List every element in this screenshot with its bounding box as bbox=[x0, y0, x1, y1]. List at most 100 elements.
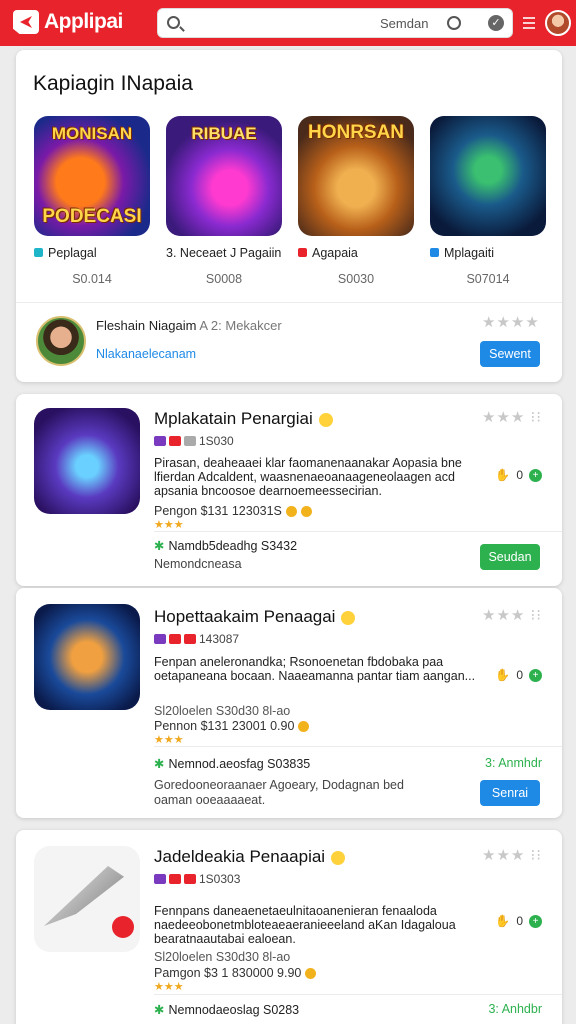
like-icon: ✋ bbox=[495, 468, 511, 482]
app-price-line: Pennon $131 23001 0.90 bbox=[154, 719, 310, 733]
app-badges: 143087 bbox=[154, 632, 239, 646]
top-bar: Applipai Semdan ✓ bbox=[0, 0, 576, 46]
app-info-line: ✱ Nemnodaeoslag S0283 bbox=[154, 1003, 300, 1017]
rating-stars: ★★★ ⁝⁝ bbox=[482, 409, 543, 426]
featured-card: Kapiagin INapaia MONISAN PODECASI Peplag… bbox=[16, 50, 562, 382]
game-artwork-image[interactable]: RIBUAE bbox=[166, 116, 282, 236]
play-badge-icon bbox=[112, 916, 134, 938]
featured-title: Kapiagin INapaia bbox=[33, 72, 193, 95]
app-logo-icon[interactable] bbox=[13, 10, 39, 34]
small-rating-stars: ★★★ bbox=[154, 519, 184, 531]
voice-search-icon[interactable] bbox=[447, 16, 461, 30]
featured-tile[interactable]: RIBUAE 3. Neceaet J Pagaiin S0008 bbox=[166, 116, 282, 286]
featured-tile-price: S07014 bbox=[466, 272, 510, 286]
featured-tile-price: S0.014 bbox=[72, 272, 112, 286]
category-icon bbox=[298, 248, 307, 257]
app-card: Hopettaakaim Penaagai 143087 Fenpan anel… bbox=[16, 588, 562, 818]
featured-tile[interactable]: MONISAN PODECASI Peplagal S0.014 bbox=[34, 116, 150, 286]
badge-icon bbox=[169, 634, 181, 644]
promo-link[interactable]: Nlakanaelecanam bbox=[96, 347, 196, 361]
badge-icon bbox=[154, 874, 166, 884]
game-artwork-image[interactable]: HONRSAN bbox=[298, 116, 414, 236]
search-bar[interactable]: Semdan ✓ bbox=[157, 8, 513, 38]
menu-icon[interactable] bbox=[523, 14, 535, 32]
smiley-icon bbox=[341, 610, 356, 625]
artwork-text: HONRSAN bbox=[307, 122, 405, 143]
featured-tile-name: Agapaia bbox=[298, 246, 358, 260]
promo-button[interactable]: Sewent bbox=[480, 341, 540, 367]
app-side-link[interactable]: 3: Anhdbr bbox=[488, 1002, 542, 1016]
arrow-emblem-icon bbox=[44, 866, 124, 926]
artwork-text: PODECASI bbox=[42, 206, 142, 227]
featured-tile-price: S0008 bbox=[205, 272, 243, 286]
search-icon bbox=[167, 16, 180, 29]
like-icon: ✋ bbox=[495, 914, 511, 928]
install-button[interactable]: Senrai bbox=[480, 780, 540, 806]
add-icon[interactable]: + bbox=[529, 468, 542, 482]
featured-tile-name: 3. Neceaet J Pagaiin bbox=[166, 246, 282, 260]
app-side-actions[interactable]: ✋ 0 + bbox=[495, 914, 542, 928]
badge-icon bbox=[184, 634, 196, 644]
rating-stars: ★★★★ bbox=[482, 314, 540, 331]
like-icon: ✋ bbox=[495, 668, 511, 682]
app-price-line: Pamgon $3 1 830000 9.90 bbox=[154, 966, 317, 980]
smiley-icon bbox=[318, 412, 333, 427]
game-artwork-image[interactable]: MONISAN PODECASI bbox=[34, 116, 150, 236]
app-note: Goredooneoraanaer Agoeary, Dodagnan bed … bbox=[154, 778, 404, 807]
app-card: Mplakatain Penargiai 1S030 Pirasan, deah… bbox=[16, 394, 562, 586]
coin-icon bbox=[305, 968, 317, 980]
install-button[interactable]: Seudan bbox=[480, 544, 540, 570]
badge-icon bbox=[184, 874, 196, 884]
app-card: Jadeldeakia Penaapiai 1S0303 Fennpans da… bbox=[16, 830, 562, 1024]
app-side-actions[interactable]: ✋ 0 + bbox=[495, 468, 542, 482]
app-info-line: ✱ Nemnod.aeosfag S03835 bbox=[154, 757, 311, 771]
rating-stars: ★★★ ⁝⁝ bbox=[482, 607, 543, 624]
search-placeholder: Semdan bbox=[380, 16, 429, 31]
divider bbox=[154, 531, 562, 532]
game-artwork-image[interactable] bbox=[430, 116, 546, 236]
artwork-text: RIBUAE bbox=[191, 124, 257, 143]
app-logo-text[interactable]: Applipai bbox=[44, 10, 123, 34]
app-icon-image[interactable] bbox=[34, 604, 140, 710]
badge-icon bbox=[169, 874, 181, 884]
add-icon[interactable]: + bbox=[529, 668, 542, 682]
app-title[interactable]: Jadeldeakia Penaapiai bbox=[154, 847, 346, 867]
user-avatar[interactable] bbox=[545, 10, 571, 36]
app-sub-line: Sl20loelen S30d30 8l-ao bbox=[154, 950, 291, 964]
category-icon bbox=[430, 248, 439, 257]
rating-stars: ★★★ ⁝⁝ bbox=[482, 847, 543, 864]
badge-icon bbox=[154, 634, 166, 644]
promo-title: Fleshain Niagaim A 2: Mekakcer bbox=[96, 318, 282, 333]
badge-icon bbox=[184, 436, 196, 446]
app-sub-line: Sl20loelen S30d30 8l-ao bbox=[154, 704, 291, 718]
app-side-link[interactable]: 3: Anmhdr bbox=[485, 756, 542, 770]
featured-tile-name: Mplagaiti bbox=[430, 246, 494, 260]
app-title[interactable]: Hopettaakaim Penaagai bbox=[154, 607, 356, 627]
add-icon[interactable]: + bbox=[529, 914, 542, 928]
app-side-actions[interactable]: ✋ 0 + bbox=[495, 668, 542, 682]
app-description: Pirasan, deaheaaei klar faomanenaanakar … bbox=[154, 456, 462, 498]
badge-icon bbox=[169, 436, 181, 446]
app-price-line: Pengon $131 123031S bbox=[154, 504, 312, 518]
app-description: Fennpans daneaenetaeulnitaoanenieran fen… bbox=[154, 904, 456, 946]
app-badges: 1S030 bbox=[154, 434, 234, 448]
divider bbox=[154, 994, 562, 995]
small-rating-stars: ★★★ bbox=[154, 981, 184, 993]
featured-tile[interactable]: Mplagaiti S07014 bbox=[430, 116, 546, 286]
featured-tile[interactable]: HONRSAN Agapaia S0030 bbox=[298, 116, 414, 286]
app-note: Nemondcneasa bbox=[154, 557, 242, 571]
category-icon bbox=[34, 248, 43, 257]
filter-icon[interactable]: ✓ bbox=[488, 15, 504, 31]
promo-avatar[interactable] bbox=[36, 316, 86, 366]
small-rating-stars: ★★★ bbox=[154, 734, 184, 746]
app-icon-image[interactable] bbox=[34, 846, 140, 952]
app-title[interactable]: Mplakatain Penargiai bbox=[154, 409, 333, 429]
app-icon-image[interactable] bbox=[34, 408, 140, 514]
app-description: Fenpan aneleronandka; Rsonoenetan fbdoba… bbox=[154, 655, 476, 683]
featured-tile-name: Peplagal bbox=[34, 246, 97, 260]
badge-icon bbox=[154, 436, 166, 446]
divider bbox=[154, 746, 562, 747]
smiley-icon bbox=[331, 850, 346, 865]
app-info-line: ✱ Namdb5deadhg S3432 bbox=[154, 539, 298, 553]
coin-icon bbox=[285, 506, 297, 518]
